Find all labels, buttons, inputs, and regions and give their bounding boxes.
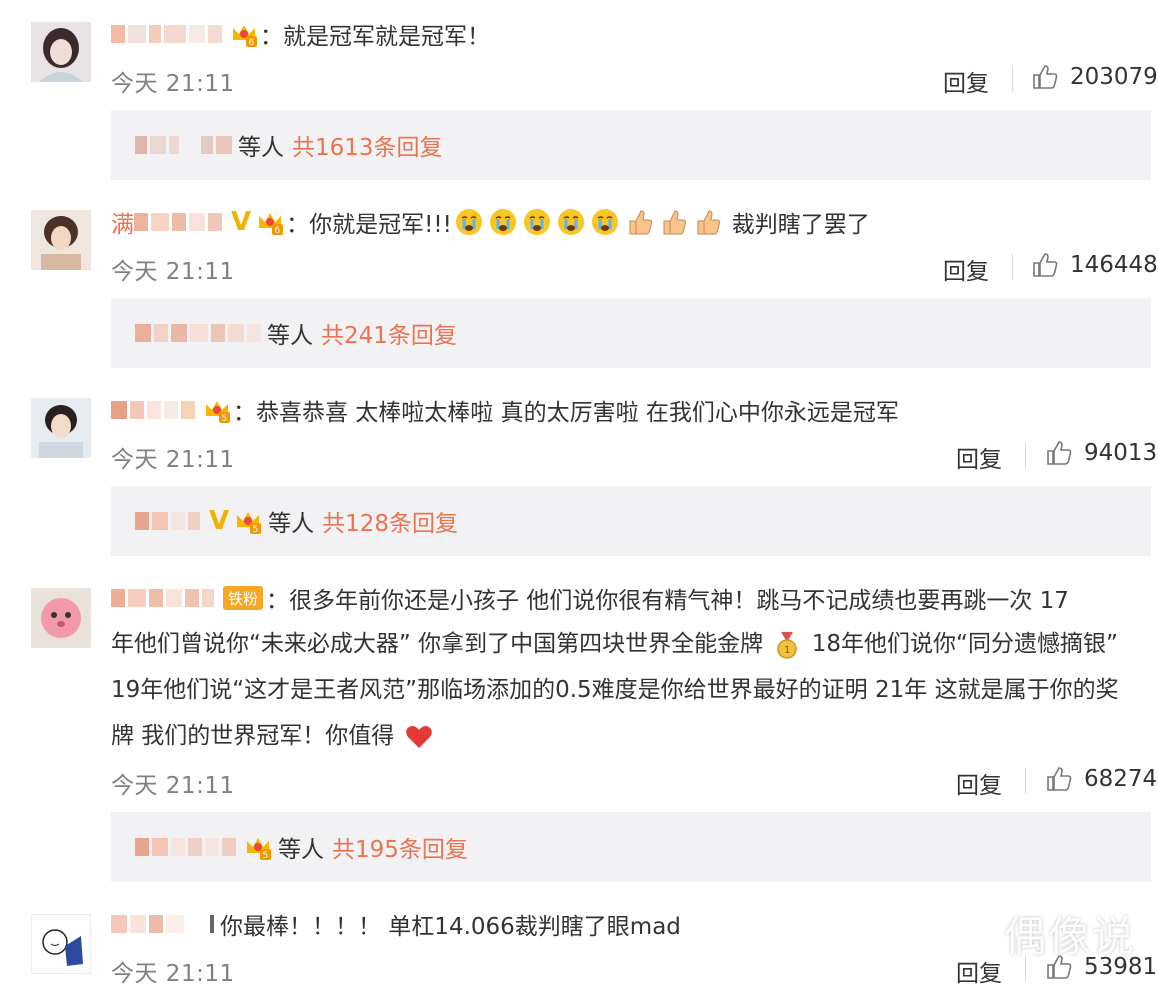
reply-count-link[interactable]: 共241条回复	[321, 316, 457, 350]
comment-text-line-2a: 年他们曾说你“未来必成大器” 你拿到了中国第四块世界全能金牌	[111, 631, 764, 657]
crown-badge-icon: 5	[244, 833, 272, 861]
comment-text-line-3: 19年他们说“这才是王者风范”那临场添加的0.5难度是你给世界最好的证明 21年…	[111, 677, 1119, 703]
heart-emoji	[405, 725, 432, 748]
like-count: 146448	[1070, 252, 1158, 278]
reply-summary[interactable]: V 5 等人 共128条回复	[111, 486, 1151, 556]
reply-summary[interactable]: 等人 共1613条回复	[111, 110, 1151, 180]
crying-emoji	[489, 209, 516, 235]
comment-text: ：恭喜恭喜 太棒啦太棒啦 真的太厉害啦 在我们心中你永远是冠军	[233, 400, 899, 426]
like-count: 203079	[1070, 64, 1158, 90]
reply-suffix: 等人	[268, 511, 315, 537]
blurred-username	[135, 134, 232, 156]
timestamp: 今天 21:11	[111, 259, 235, 285]
svg-text:5: 5	[263, 851, 269, 861]
avatar-image	[31, 22, 91, 82]
blurred-username[interactable]	[111, 587, 214, 609]
fan-badge: 铁粉	[223, 586, 264, 610]
comment-text-line-4a: 牌 我们的世界冠军！你值得	[111, 723, 395, 749]
divider	[1012, 66, 1013, 92]
reply-button[interactable]: 回复	[956, 440, 1002, 474]
comment-header: 铁粉 ：很多年前你还是小孩子 他们说你很有精气神！跳马不记成绩也要再跳一次 17	[111, 578, 1069, 618]
crown-badge-icon: 6	[230, 20, 258, 48]
reply-suffix: 等人	[278, 837, 324, 863]
comment-text-line-4: 牌 我们的世界冠军！你值得	[111, 713, 1151, 759]
thumbs-up-icon[interactable]	[1045, 439, 1073, 467]
reply-button[interactable]: 回复	[943, 64, 989, 98]
svg-text:6: 6	[275, 226, 281, 236]
comment-text: ：就是冠军就是冠军！	[260, 24, 490, 50]
svg-text:5: 5	[222, 414, 228, 424]
comment-header: 满 V 6 ：你就是冠军!!! 裁判瞎了罢了	[111, 202, 870, 242]
thumbs-up-emoji	[629, 210, 652, 235]
crying-emoji	[523, 209, 550, 235]
vip-v-icon: V	[231, 207, 252, 237]
thumbs-up-icon[interactable]	[1031, 251, 1059, 279]
divider	[1025, 442, 1026, 468]
crying-emoji	[591, 209, 618, 235]
svg-text:1: 1	[784, 645, 790, 656]
crying-emoji	[557, 209, 584, 235]
thumbs-up-emoji	[663, 210, 686, 235]
username-first-char[interactable]: 满	[111, 205, 134, 239]
avatar-image	[31, 588, 91, 648]
reply-suffix: 等人	[267, 323, 313, 349]
reply-button[interactable]: 回复	[956, 954, 1002, 988]
reply-suffix: 等人	[238, 135, 284, 161]
watermark: 偶像说	[1003, 912, 1136, 961]
avatar[interactable]	[31, 22, 91, 82]
comment-header: 6 ：就是冠军就是冠军！	[111, 14, 490, 54]
blurred-username	[135, 322, 261, 344]
comment-text-block: 年他们曾说你“未来必成大器” 你拿到了中国第四块世界全能金牌 1 18年他们说你…	[111, 621, 1151, 759]
gold-medal-emoji: 1	[777, 631, 798, 659]
thumbs-up-icon[interactable]	[1045, 765, 1073, 793]
avatar[interactable]	[31, 588, 91, 648]
reply-button[interactable]: 回复	[956, 766, 1002, 800]
blurred-username[interactable]	[111, 23, 222, 45]
svg-text:5: 5	[253, 525, 259, 535]
thumbs-up-emoji	[697, 210, 720, 235]
avatar-image	[31, 914, 91, 974]
comment-text-line-1: ：很多年前你还是小孩子 他们说你很有精气神！跳马不记成绩也要再跳一次 17	[266, 588, 1069, 614]
avatar-image	[31, 398, 91, 458]
crown-badge-icon: 6	[256, 208, 284, 236]
timestamp: 今天 21:11	[111, 71, 235, 97]
comment-text: 你最棒！！！！ 单杠14.066裁判瞎了眼mad	[220, 914, 681, 940]
blurred-username[interactable]	[111, 913, 214, 935]
avatar[interactable]	[31, 914, 91, 974]
divider	[1012, 254, 1013, 280]
crown-badge-icon: 5	[234, 507, 262, 535]
timestamp: 今天 21:11	[111, 961, 235, 987]
like-count: 94013	[1084, 440, 1158, 466]
reply-count-link[interactable]: 共128条回复	[322, 504, 458, 538]
timestamp: 今天 21:11	[111, 773, 235, 799]
comment-text-line-2b: 18年他们说你“同分遗憾摘银”	[811, 631, 1118, 657]
reply-summary[interactable]: 5 等人 共195条回复	[111, 812, 1151, 882]
reply-count-link[interactable]: 共1613条回复	[292, 128, 443, 162]
blurred-username[interactable]	[134, 211, 222, 233]
comment-text-tail: 裁判瞎了罢了	[731, 212, 870, 238]
blurred-username	[135, 836, 236, 858]
reply-summary[interactable]: 等人 共241条回复	[111, 298, 1151, 368]
avatar[interactable]	[31, 210, 91, 270]
comment-header: 你最棒！！！！ 单杠14.066裁判瞎了眼mad	[111, 904, 681, 944]
avatar-image	[31, 210, 91, 270]
comment-text-line-2: 年他们曾说你“未来必成大器” 你拿到了中国第四块世界全能金牌 1 18年他们说你…	[111, 621, 1151, 667]
reply-button[interactable]: 回复	[943, 252, 989, 286]
timestamp: 今天 21:11	[111, 447, 235, 473]
blurred-username	[135, 510, 200, 532]
crown-badge-icon: 5	[203, 396, 231, 424]
svg-text:6: 6	[249, 38, 255, 48]
like-count: 68274	[1084, 766, 1158, 792]
vip-v-icon: V	[209, 506, 230, 536]
crying-emoji	[455, 209, 482, 235]
comment-text: ：你就是冠军!!!	[286, 212, 452, 238]
comment-header: 5 ：恭喜恭喜 太棒啦太棒啦 真的太厉害啦 在我们心中你永远是冠军	[111, 390, 899, 430]
reply-count-link[interactable]: 共195条回复	[332, 830, 468, 864]
thumbs-up-icon[interactable]	[1031, 63, 1059, 91]
avatar[interactable]	[31, 398, 91, 458]
blurred-username[interactable]	[111, 399, 195, 421]
divider	[1025, 768, 1026, 794]
